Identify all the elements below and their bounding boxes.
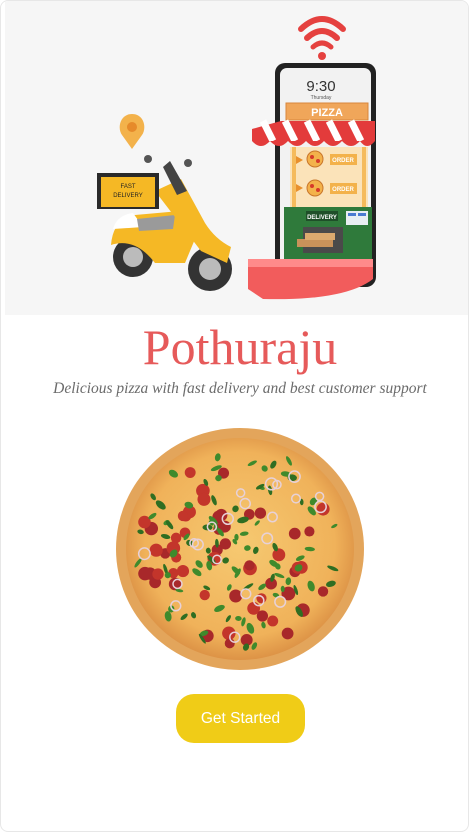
delivery-label: DELIVERY <box>307 215 337 221</box>
app-screen: 9:30 Thursday PIZZA ORDER ORDER DELIVERY… <box>0 0 469 832</box>
pizza-sign: PIZZA <box>311 107 343 119</box>
delivery-scooter: FAST DELIVERY <box>97 155 232 291</box>
box-label-1: FAST <box>120 184 135 190</box>
get-started-button[interactable]: Get Started <box>176 694 305 743</box>
box-label-2: DELIVERY <box>113 193 143 199</box>
brand-tagline: Delicious pizza with fast delivery and b… <box>53 380 427 397</box>
order-label-1: ORDER <box>332 158 354 164</box>
brand-title: Pothuraju <box>142 319 338 375</box>
phone-storefront: 9:30 Thursday PIZZA ORDER ORDER DELIVERY <box>248 63 376 300</box>
phone-day: Thursday <box>311 95 332 101</box>
pizza-image <box>116 428 364 670</box>
location-pin-icon <box>119 114 145 149</box>
order-label-2: ORDER <box>332 187 354 193</box>
hero-illustration: 9:30 Thursday PIZZA ORDER ORDER DELIVERY… <box>5 1 468 315</box>
wifi-icon <box>298 16 346 60</box>
phone-time: 9:30 <box>306 78 335 95</box>
